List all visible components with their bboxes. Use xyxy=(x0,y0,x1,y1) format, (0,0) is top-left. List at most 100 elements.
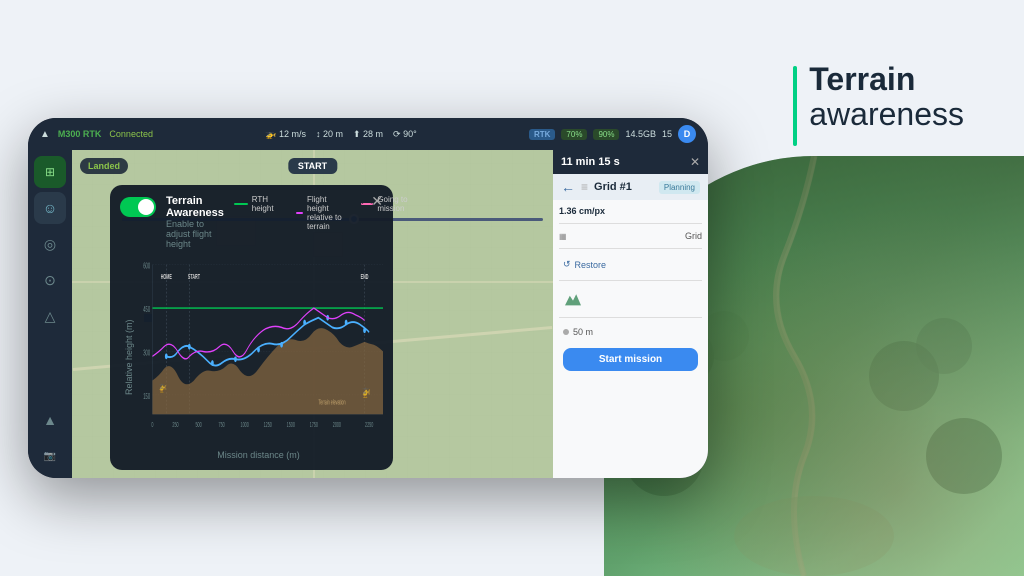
svg-text:150: 150 xyxy=(143,392,150,401)
svg-text:1000: 1000 xyxy=(241,422,250,430)
legend-rth: RTH height xyxy=(234,195,280,213)
chart-svg-area: 600 450 300 150 0 250 500 750 1000 125 xyxy=(134,255,383,448)
avatar[interactable]: D xyxy=(678,125,696,143)
nav-icon: △ xyxy=(45,308,56,325)
camera-icon: 📷 xyxy=(44,451,56,462)
green-accent-bar xyxy=(793,66,797,146)
sidebar: ⊞ ☺ ◎ ⊙ △ ▲ 📷 xyxy=(28,150,72,478)
svg-text:END: END xyxy=(361,274,369,282)
svg-text:START: START xyxy=(188,274,200,282)
sidebar-icon-nav[interactable]: △ xyxy=(34,300,66,332)
terrain-icon-row xyxy=(559,288,702,310)
grid-label-value: Grid xyxy=(685,231,702,241)
svg-text:250: 250 xyxy=(172,422,179,430)
restore-btn[interactable]: ↺ Restore xyxy=(559,256,702,273)
terrain-title-bold: Terrain xyxy=(809,62,964,97)
sidebar-icon-user[interactable]: ☺ xyxy=(34,192,66,224)
dot-indicator xyxy=(563,329,569,335)
divider-3 xyxy=(559,280,702,281)
modal-title-group: Terrain Awareness Enable to adjust fligh… xyxy=(166,195,224,249)
connection-status: Connected xyxy=(109,129,153,139)
restore-icon: ↺ xyxy=(563,259,571,270)
sidebar-icon-map[interactable]: ▲ xyxy=(34,404,66,436)
signal-icon: ▲ xyxy=(40,129,50,140)
user-icon: ☺ xyxy=(43,200,57,216)
terrain-title-light: awareness xyxy=(809,97,964,132)
x-axis-label: Mission distance (m) xyxy=(134,448,383,460)
panel-close-btn[interactable]: ✕ xyxy=(690,155,700,169)
legend-flight-line xyxy=(296,212,303,214)
legend-mission: Going to mission xyxy=(361,195,412,213)
modal-title: Terrain Awareness xyxy=(166,195,224,219)
sidebar-icon-settings[interactable]: ⊙ xyxy=(34,264,66,296)
svg-text:1750: 1750 xyxy=(310,422,319,430)
terrain-title-text: Terrain awareness xyxy=(809,62,964,132)
legend-flight: Flight height relative to terrain xyxy=(296,195,346,231)
modal-subtitle: Enable to adjust flight height xyxy=(166,219,224,249)
restore-label: Restore xyxy=(575,260,607,270)
sidebar-icon-camera[interactable]: 📷 xyxy=(34,440,66,472)
grid-row: ▦ Grid xyxy=(559,231,702,241)
svg-text:🚁: 🚁 xyxy=(362,383,370,398)
legend-rth-line xyxy=(234,203,248,205)
speed-stat: 🚁 12 m/s xyxy=(265,129,306,140)
rtk-badge[interactable]: RTK xyxy=(529,129,555,140)
svg-text:2000: 2000 xyxy=(333,422,342,430)
svg-text:750: 750 xyxy=(219,422,226,430)
chart-container: Relative height (m) xyxy=(120,255,383,460)
height-stat: ⬆ 28 m xyxy=(353,129,383,140)
svg-text:500: 500 xyxy=(195,422,202,430)
sidebar-icon-grid[interactable]: ⊞ xyxy=(34,156,66,188)
svg-text:600: 600 xyxy=(143,262,150,271)
circle-icon: ◎ xyxy=(44,236,56,253)
svg-text:1500: 1500 xyxy=(287,422,296,430)
modal-close-btn[interactable]: ✕ xyxy=(371,193,383,210)
status-bar: ▲ M300 RTK Connected 🚁 12 m/s ↕ 20 m ⬆ 2… xyxy=(28,118,708,150)
svg-text:🚁: 🚁 xyxy=(159,380,166,393)
mission-time: 11 min 15 s xyxy=(561,156,620,168)
svg-text:HOME: HOME xyxy=(161,274,172,282)
terrain-title-area: Terrain awareness xyxy=(793,62,964,146)
landed-badge: Landed xyxy=(80,158,128,174)
divider-4 xyxy=(559,317,702,318)
map-area: Landed START ✕ Terrain Awareness xyxy=(72,150,553,478)
distance-value: 50 m xyxy=(573,327,593,337)
planning-badge: Planning xyxy=(659,181,700,194)
scale-value: 1.36 cm/px xyxy=(559,206,605,216)
right-panel-nav: ← ≡ Grid #1 Planning xyxy=(553,174,708,200)
phone-device: ▲ M300 RTK Connected 🚁 12 m/s ↕ 20 m ⬆ 2… xyxy=(28,118,708,478)
svg-text:450: 450 xyxy=(143,306,150,315)
y-axis-label: Relative height (m) xyxy=(120,255,134,460)
legend-rth-label: RTH height xyxy=(252,195,280,213)
legend: RTH height Flight height relative to ter… xyxy=(234,195,413,231)
modal-header: Terrain Awareness Enable to adjust fligh… xyxy=(120,195,383,249)
start-mission-btn[interactable]: Start mission xyxy=(563,348,698,371)
grid-title: Grid #1 xyxy=(594,181,632,193)
sidebar-icon-circle[interactable]: ◎ xyxy=(34,228,66,260)
mountain-icon xyxy=(563,291,583,307)
divider-1 xyxy=(559,223,702,224)
altitude-stat: ↕ 20 m xyxy=(316,129,343,139)
back-arrow[interactable]: ← xyxy=(561,179,575,195)
battery2-badge: 90% xyxy=(593,129,619,140)
svg-text:Terrain elevation: Terrain elevation xyxy=(318,399,345,407)
divider-2 xyxy=(559,248,702,249)
start-badge: START xyxy=(288,158,337,174)
status-right: RTK 70% 90% 14.5GB 15 D xyxy=(529,125,696,143)
svg-text:1250: 1250 xyxy=(264,422,273,430)
chart-inner: 600 450 300 150 0 250 500 750 1000 125 xyxy=(134,255,383,460)
signal-strength: 15 xyxy=(662,129,672,139)
svg-text:2250: 2250 xyxy=(365,422,374,430)
toggle-switch[interactable] xyxy=(120,197,156,217)
svg-text:300: 300 xyxy=(143,349,150,358)
storage-stat: 14.5GB xyxy=(625,129,656,139)
grid-icon: ⊞ xyxy=(45,165,55,179)
toggle-knob xyxy=(138,199,154,215)
angle-stat: ⟳ 90° xyxy=(393,129,417,140)
terrain-modal: ✕ Terrain Awareness Enable to adjust fli… xyxy=(110,185,393,470)
drone-name: M300 RTK xyxy=(58,129,102,139)
settings-icon: ⊙ xyxy=(44,272,56,289)
panel-divider-icon: ≡ xyxy=(581,180,588,194)
status-center: 🚁 12 m/s ↕ 20 m ⬆ 28 m ⟳ 90° xyxy=(265,129,417,140)
distance-row: 50 m xyxy=(559,325,702,339)
